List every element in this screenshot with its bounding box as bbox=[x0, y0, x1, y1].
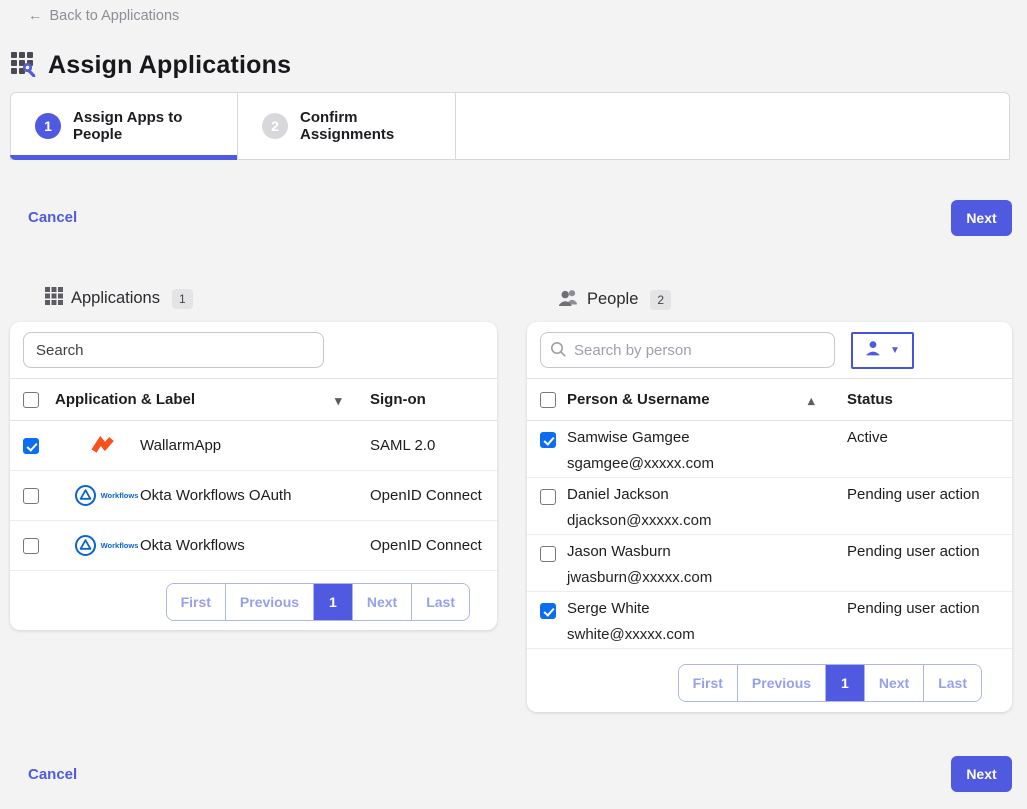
row-checkbox[interactable] bbox=[23, 538, 39, 554]
people-select-all-checkbox[interactable] bbox=[540, 392, 556, 408]
person-status: Pending user action bbox=[847, 486, 980, 503]
row-checkbox[interactable] bbox=[540, 489, 556, 505]
applications-count-badge: 1 bbox=[172, 289, 193, 309]
people-icon bbox=[558, 287, 579, 312]
chevron-down-icon: ▼ bbox=[890, 345, 900, 356]
person-status: Pending user action bbox=[847, 600, 980, 617]
column-application-label[interactable]: Application & Label bbox=[55, 391, 195, 408]
pagination-next-button[interactable]: Next bbox=[352, 584, 411, 620]
pagination-current-page[interactable]: 1 bbox=[313, 584, 352, 620]
applications-section-title: Applications bbox=[71, 289, 160, 308]
person-status: Pending user action bbox=[847, 543, 980, 560]
person-status: Active bbox=[847, 429, 888, 446]
applications-table-header: Application & Label ▾ Sign-on bbox=[10, 378, 497, 421]
applications-grid-icon bbox=[45, 287, 63, 310]
step-number-badge: 1 bbox=[35, 113, 61, 139]
wallarm-logo bbox=[72, 436, 140, 455]
row-checkbox[interactable] bbox=[540, 603, 556, 619]
person-username: djackson@xxxxx.com bbox=[567, 512, 711, 529]
people-panel: ▼ Person & Username ▴ Status Samwise Gam… bbox=[527, 322, 1012, 712]
application-signon: OpenID Connect bbox=[370, 487, 482, 504]
back-to-applications-link[interactable]: ← Back to Applications bbox=[28, 8, 179, 24]
application-name: Okta Workflows OAuth bbox=[140, 487, 291, 504]
okta-workflows-logo: Workflows bbox=[72, 484, 140, 507]
pagination-next-button[interactable]: Next bbox=[864, 665, 923, 701]
pagination-first-button[interactable]: First bbox=[167, 584, 225, 620]
pagination-current-page[interactable]: 1 bbox=[825, 665, 864, 701]
application-row[interactable]: Workflows Okta Workflows OpenID Connect bbox=[10, 521, 497, 571]
tab-label: Confirm Assignments bbox=[300, 109, 431, 143]
tab-label: Assign Apps to People bbox=[73, 109, 213, 143]
column-status: Status bbox=[847, 391, 893, 408]
applications-select-all-checkbox[interactable] bbox=[23, 392, 39, 408]
people-pagination: First Previous 1 Next Last bbox=[678, 664, 982, 702]
applications-pagination: First Previous 1 Next Last bbox=[166, 583, 470, 621]
applications-search-input[interactable] bbox=[23, 332, 324, 368]
workflows-logo-text: Workflows bbox=[101, 541, 139, 550]
people-table-header: Person & Username ▴ Status bbox=[527, 378, 1012, 421]
applications-search-row bbox=[10, 322, 497, 378]
person-row[interactable]: Serge White swhite@xxxxx.com Pending use… bbox=[527, 592, 1012, 649]
person-username: swhite@xxxxx.com bbox=[567, 626, 695, 643]
applications-section-header: Applications 1 bbox=[45, 287, 193, 310]
application-row[interactable]: Workflows Okta Workflows OAuth OpenID Co… bbox=[10, 471, 497, 521]
person-filter-dropdown[interactable]: ▼ bbox=[851, 332, 914, 369]
cancel-link-bottom[interactable]: Cancel bbox=[28, 766, 77, 783]
active-tab-indicator bbox=[10, 155, 237, 160]
person-icon bbox=[865, 340, 881, 361]
person-name: Daniel Jackson bbox=[567, 486, 669, 503]
step-number-badge: 2 bbox=[262, 113, 288, 139]
tab-confirm-assignments[interactable]: 2 Confirm Assignments bbox=[237, 93, 456, 159]
application-name: Okta Workflows bbox=[140, 537, 245, 554]
workflows-logo-text: Workflows bbox=[101, 491, 139, 500]
okta-workflows-logo: Workflows bbox=[72, 534, 140, 557]
people-search-row: ▼ bbox=[527, 322, 1012, 378]
person-row[interactable]: Daniel Jackson djackson@xxxxx.com Pendin… bbox=[527, 478, 1012, 535]
row-checkbox[interactable] bbox=[23, 488, 39, 504]
application-row[interactable]: WallarmApp SAML 2.0 bbox=[10, 421, 497, 471]
pagination-previous-button[interactable]: Previous bbox=[225, 584, 313, 620]
person-username: sgamgee@xxxxx.com bbox=[567, 455, 714, 472]
search-icon bbox=[550, 341, 567, 363]
row-checkbox[interactable] bbox=[23, 438, 39, 454]
people-section-title: People bbox=[587, 290, 638, 309]
person-username: jwasburn@xxxxx.com bbox=[567, 569, 712, 586]
person-name: Jason Wasburn bbox=[567, 543, 671, 560]
assign-applications-icon bbox=[10, 49, 38, 82]
application-signon: OpenID Connect bbox=[370, 537, 482, 554]
page-title-row: Assign Applications bbox=[10, 49, 291, 82]
person-row[interactable]: Samwise Gamgee sgamgee@xxxxx.com Active bbox=[527, 421, 1012, 478]
people-count-badge: 2 bbox=[650, 290, 671, 310]
sort-descending-icon[interactable]: ▾ bbox=[335, 393, 342, 409]
person-name: Serge White bbox=[567, 600, 650, 617]
pagination-previous-button[interactable]: Previous bbox=[737, 665, 825, 701]
next-button-top[interactable]: Next bbox=[951, 200, 1012, 236]
application-name: WallarmApp bbox=[140, 437, 221, 454]
pagination-last-button[interactable]: Last bbox=[923, 665, 981, 701]
back-link-label: Back to Applications bbox=[50, 8, 180, 24]
person-row[interactable]: Jason Wasburn jwasburn@xxxxx.com Pending… bbox=[527, 535, 1012, 592]
person-name: Samwise Gamgee bbox=[567, 429, 690, 446]
row-checkbox[interactable] bbox=[540, 546, 556, 562]
cancel-link-top[interactable]: Cancel bbox=[28, 209, 77, 226]
applications-panel: Application & Label ▾ Sign-on WallarmApp… bbox=[10, 322, 497, 630]
pagination-first-button[interactable]: First bbox=[679, 665, 737, 701]
back-arrow-icon: ← bbox=[28, 8, 43, 24]
column-sign-on: Sign-on bbox=[370, 391, 426, 408]
wizard-tab-bar: 1 Assign Apps to People 2 Confirm Assign… bbox=[10, 92, 1010, 160]
people-search-input[interactable] bbox=[540, 332, 835, 368]
sort-ascending-icon[interactable]: ▴ bbox=[808, 393, 815, 409]
next-button-bottom[interactable]: Next bbox=[951, 756, 1012, 792]
application-signon: SAML 2.0 bbox=[370, 437, 435, 454]
column-person-username[interactable]: Person & Username bbox=[567, 391, 710, 408]
tab-assign-apps-to-people[interactable]: 1 Assign Apps to People bbox=[11, 93, 237, 159]
row-checkbox[interactable] bbox=[540, 432, 556, 448]
page-title: Assign Applications bbox=[48, 51, 291, 80]
pagination-last-button[interactable]: Last bbox=[411, 584, 469, 620]
people-section-header: People 2 bbox=[558, 287, 671, 312]
